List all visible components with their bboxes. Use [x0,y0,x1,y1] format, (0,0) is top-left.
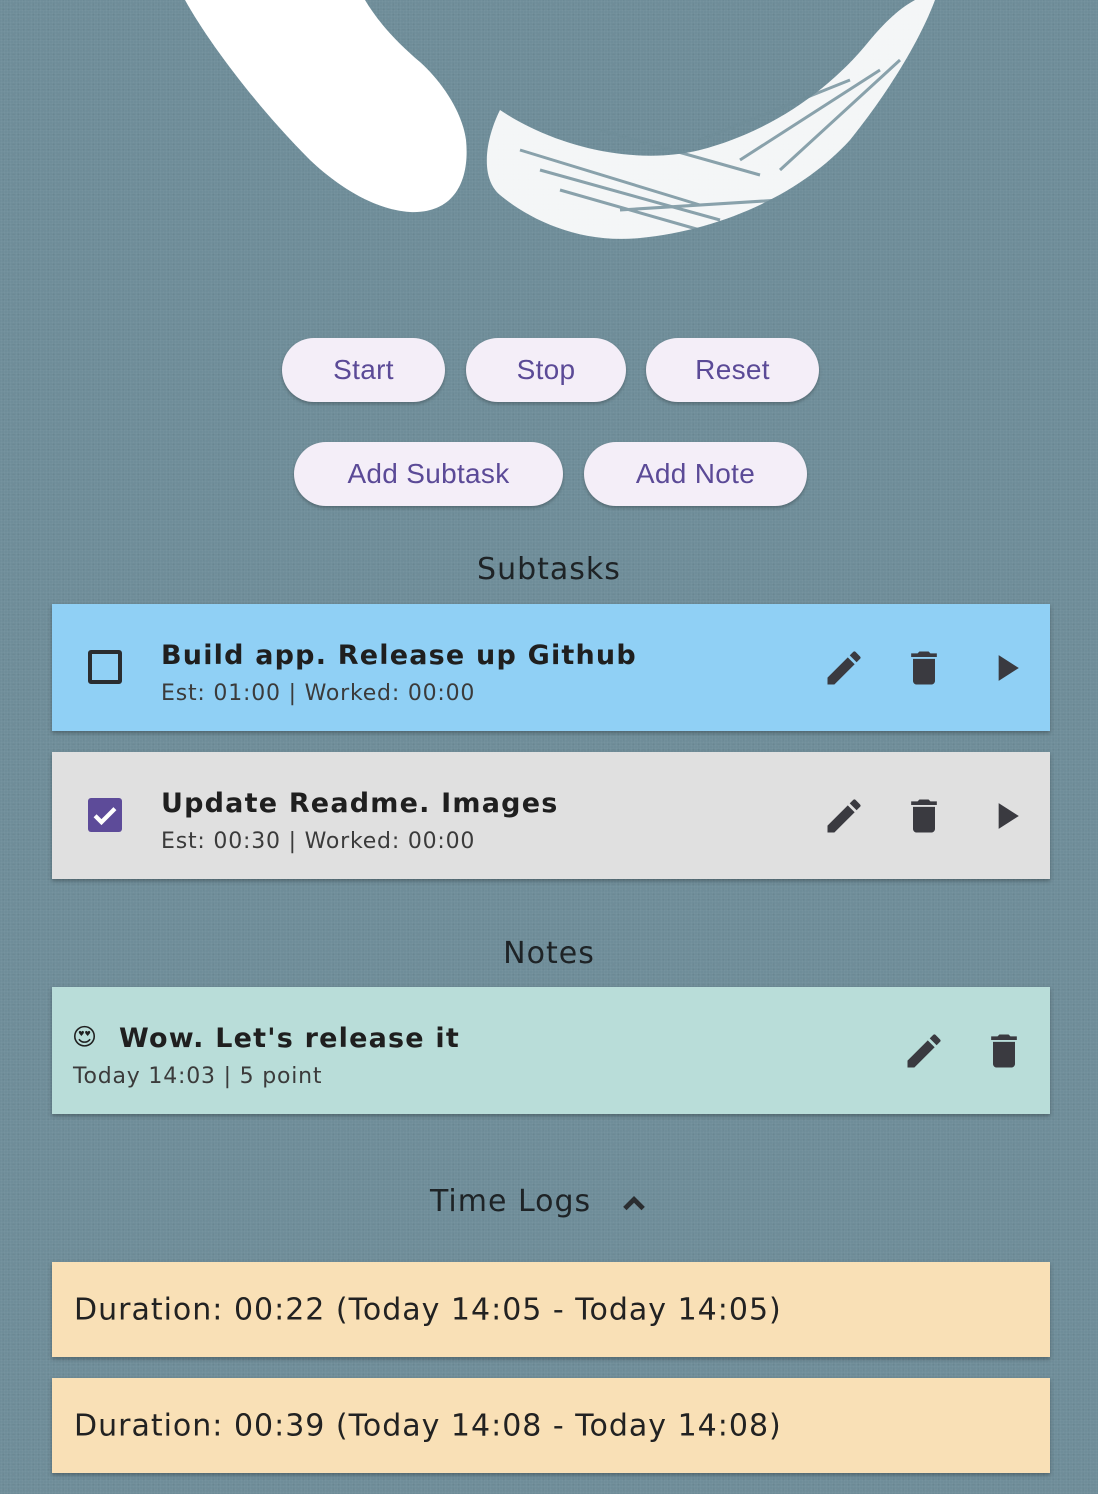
pencil-icon[interactable] [822,794,866,838]
time-log-text: Duration: 00:39 (Today 14:08 - Today 14:… [74,1408,782,1443]
note-title: Wow. Let's release it [119,1023,460,1054]
subtask-meta: Est: 00:30 | Worked: 00:00 [161,829,476,854]
time-logs-header[interactable]: Time Logs [0,1178,1098,1230]
trash-icon[interactable] [902,794,946,838]
subtask-meta: Est: 01:00 | Worked: 00:00 [161,681,476,706]
time-logs-heading: Time Logs [430,1184,592,1219]
note-emoji: 😍 [72,1023,99,1051]
subtask-checkbox[interactable] [88,650,122,684]
subtask-item[interactable]: Build app. Release up Github Est: 01:00 … [52,604,1050,731]
time-log-item: Duration: 00:39 (Today 14:08 - Today 14:… [52,1378,1050,1473]
start-button[interactable]: Start [282,338,445,402]
time-log-text: Duration: 00:22 (Today 14:05 - Today 14:… [74,1292,782,1327]
subtask-checkbox[interactable] [88,798,122,832]
time-log-item: Duration: 00:22 (Today 14:05 - Today 14:… [52,1262,1050,1357]
trash-icon[interactable] [902,646,946,690]
trash-icon[interactable] [982,1029,1026,1073]
reset-button[interactable]: Reset [646,338,819,402]
add-note-button[interactable]: Add Note [584,442,807,506]
pencil-icon[interactable] [822,646,866,690]
pencil-icon[interactable] [902,1029,946,1073]
add-subtask-button[interactable]: Add Subtask [294,442,563,506]
checkmark-icon [93,807,117,826]
subtask-title: Update Readme. Images [161,788,559,819]
play-icon[interactable] [984,646,1028,690]
subtask-item[interactable]: Update Readme. Images Est: 00:30 | Worke… [52,752,1050,879]
note-item[interactable]: 😍 Wow. Let's release it Today 14:03 | 5 … [52,987,1050,1114]
brush-stroke-left [185,0,467,213]
chevron-up-icon[interactable] [612,1182,656,1226]
stop-button[interactable]: Stop [466,338,626,402]
subtasks-heading: Subtasks [477,552,621,587]
play-icon[interactable] [984,794,1028,838]
notes-heading: Notes [503,936,595,971]
note-meta: Today 14:03 | 5 point [73,1064,323,1089]
subtask-title: Build app. Release up Github [161,640,637,671]
enso-brush-illustration [185,0,935,239]
